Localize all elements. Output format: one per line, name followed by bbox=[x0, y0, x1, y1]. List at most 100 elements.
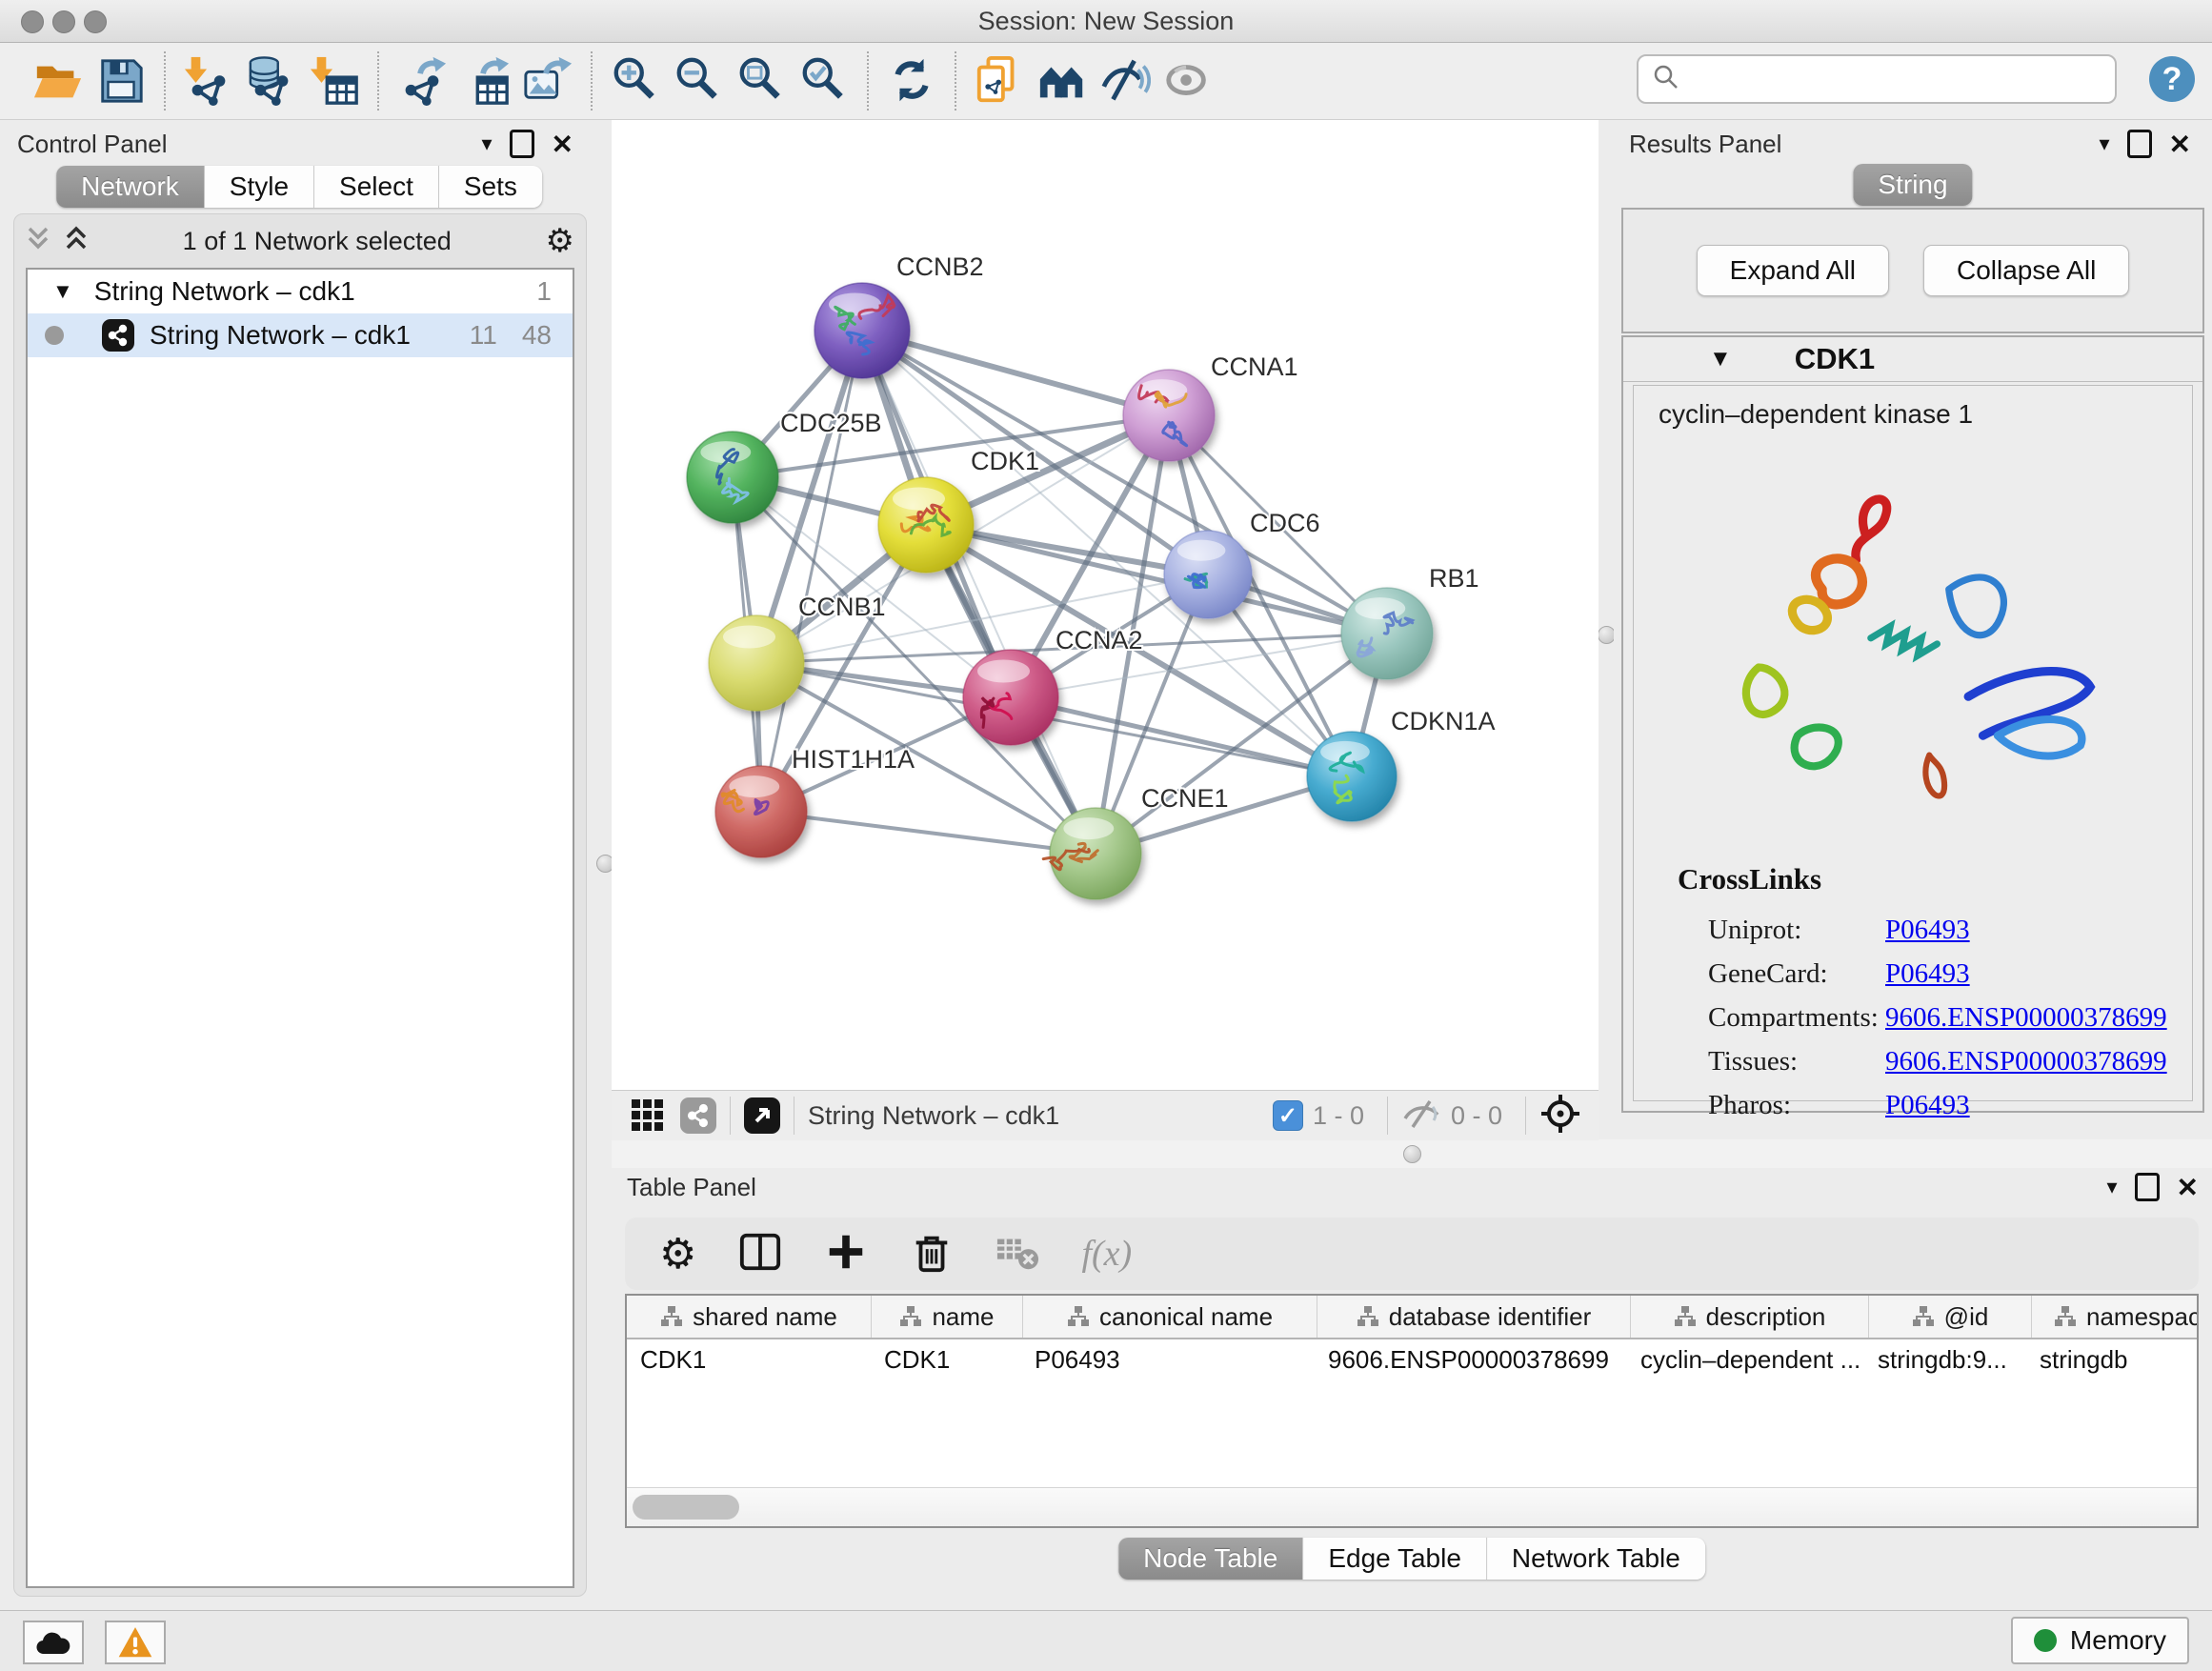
column-header-description[interactable]: description bbox=[1631, 1296, 1869, 1338]
cell-description[interactable]: cyclin–dependent ... bbox=[1627, 1345, 1864, 1375]
crosslink-link[interactable]: 9606.ENSP00000378699 bbox=[1885, 1002, 2167, 1034]
network-canvas[interactable]: CCNB2CCNA1CDC25BCDK1CDC6RB1CCNB1CCNA2CDK… bbox=[612, 120, 1599, 1090]
network-node-RB1[interactable] bbox=[1341, 588, 1433, 679]
column-header-shared-name[interactable]: shared name bbox=[627, 1296, 872, 1338]
results-panel-float-icon[interactable] bbox=[2127, 130, 2152, 158]
scrollbar-thumb[interactable] bbox=[633, 1495, 739, 1520]
network-edge[interactable] bbox=[1011, 697, 1352, 776]
collapse-all-button[interactable]: Collapse All bbox=[1923, 245, 2129, 296]
network-collection-row[interactable]: ▼ String Network – cdk1 1 bbox=[28, 270, 573, 313]
export-network-button[interactable] bbox=[391, 50, 453, 112]
open-session-button[interactable] bbox=[27, 50, 90, 112]
first-neighbors-button[interactable] bbox=[1031, 50, 1094, 112]
crosslink-link[interactable]: P06493 bbox=[1885, 1090, 1970, 1121]
collapse-all-networks-icon[interactable] bbox=[26, 225, 50, 258]
gene-expander-icon[interactable]: ▼ bbox=[1709, 346, 1732, 372]
warnings-button[interactable] bbox=[105, 1621, 166, 1664]
apply-preferred-layout-button[interactable] bbox=[880, 50, 943, 112]
tab-style[interactable]: Style bbox=[205, 166, 314, 208]
new-network-from-selection-button[interactable] bbox=[968, 50, 1031, 112]
network-edge[interactable] bbox=[761, 812, 1096, 854]
memory-button[interactable]: Memory bbox=[2011, 1617, 2189, 1664]
help-button[interactable]: ? bbox=[2149, 56, 2195, 102]
expand-all-networks-icon[interactable] bbox=[64, 225, 89, 258]
results-panel-close-icon[interactable]: ✕ bbox=[2169, 129, 2191, 160]
tab-node-table[interactable]: Node Table bbox=[1118, 1538, 1303, 1580]
hidden-eye-icon[interactable] bbox=[1401, 1097, 1441, 1135]
table-row[interactable]: CDK1CDK1P064939606.ENSP00000378699cyclin… bbox=[627, 1339, 2197, 1379]
tab-string[interactable]: String bbox=[1853, 164, 1972, 206]
import-network-database-button[interactable] bbox=[240, 50, 303, 112]
network-node-CCNB2[interactable] bbox=[814, 283, 910, 378]
delete-column-trash-icon[interactable] bbox=[910, 1230, 954, 1278]
cell-@id[interactable]: stringdb:9... bbox=[1864, 1345, 2026, 1375]
table-panel-menu-icon[interactable]: ▾ bbox=[2106, 1175, 2117, 1199]
table-settings-gear-icon[interactable]: ⚙ bbox=[659, 1230, 696, 1278]
fit-selected-crosshair-icon[interactable] bbox=[1539, 1093, 1581, 1139]
network-edge[interactable] bbox=[926, 525, 1387, 634]
expand-all-button[interactable]: Expand All bbox=[1697, 245, 1889, 296]
show-all-button[interactable] bbox=[1156, 50, 1219, 112]
tab-network[interactable]: Network bbox=[56, 166, 205, 208]
network-node-CDC6[interactable] bbox=[1164, 531, 1252, 618]
zoom-selected-button[interactable] bbox=[793, 50, 855, 112]
table-panel-close-icon[interactable]: ✕ bbox=[2177, 1172, 2199, 1203]
selected-nodes-checkbox-icon[interactable]: ✓ bbox=[1273, 1100, 1303, 1131]
show-columns-icon[interactable] bbox=[738, 1230, 782, 1278]
network-node-HIST1H1A[interactable] bbox=[715, 766, 807, 857]
horizontal-splitter-handle[interactable] bbox=[1403, 1145, 1421, 1163]
table-horizontal-scrollbar[interactable] bbox=[627, 1487, 2197, 1526]
column-header-canonical-name[interactable]: canonical name bbox=[1023, 1296, 1317, 1338]
hide-selected-button[interactable] bbox=[1094, 50, 1156, 112]
function-builder-icon[interactable]: f(x) bbox=[1081, 1233, 1132, 1275]
cell-canonical-name[interactable]: P06493 bbox=[1021, 1345, 1315, 1375]
network-node-CDKN1A[interactable] bbox=[1307, 732, 1397, 821]
cell-name[interactable]: CDK1 bbox=[871, 1345, 1021, 1375]
column-header-@id[interactable]: @id bbox=[1869, 1296, 2032, 1338]
import-table-file-button[interactable] bbox=[303, 50, 366, 112]
export-table-button[interactable] bbox=[453, 50, 516, 112]
cell-namespac[interactable]: stringdb bbox=[2026, 1345, 2197, 1375]
control-panel-float-icon[interactable] bbox=[510, 130, 534, 158]
search-input[interactable] bbox=[1688, 64, 2115, 95]
gene-header-row[interactable]: ▼ CDK1 bbox=[1623, 337, 2202, 382]
network-options-gear-icon[interactable]: ⚙ bbox=[546, 222, 574, 260]
collection-expander-icon[interactable]: ▼ bbox=[52, 279, 73, 304]
crosslink-link[interactable]: 9606.ENSP00000378699 bbox=[1885, 1046, 2167, 1077]
zoom-out-button[interactable] bbox=[667, 50, 730, 112]
zoom-fit-content-button[interactable] bbox=[730, 50, 793, 112]
network-node-CCNB1[interactable] bbox=[709, 615, 804, 711]
network-node-CCNE1[interactable] bbox=[1043, 808, 1141, 899]
delete-table-icon[interactable] bbox=[995, 1230, 1039, 1278]
create-column-plus-icon[interactable] bbox=[824, 1230, 868, 1278]
tab-edge-table[interactable]: Edge Table bbox=[1303, 1538, 1487, 1580]
network-node-CCNA2[interactable] bbox=[963, 650, 1058, 745]
network-edge[interactable] bbox=[862, 331, 1096, 854]
network-edge[interactable] bbox=[761, 331, 862, 812]
network-node-CCNA1[interactable] bbox=[1123, 370, 1215, 461]
cloud-button[interactable] bbox=[23, 1621, 84, 1664]
crosslink-link[interactable]: P06493 bbox=[1885, 958, 1970, 990]
control-panel-menu-icon[interactable]: ▾ bbox=[481, 131, 492, 156]
save-session-button[interactable] bbox=[90, 50, 152, 112]
control-panel-close-icon[interactable]: ✕ bbox=[552, 129, 573, 160]
network-node-CDK1[interactable] bbox=[878, 477, 974, 573]
tab-sets[interactable]: Sets bbox=[439, 166, 542, 208]
birdseye-view-icon[interactable] bbox=[744, 1097, 780, 1134]
cell-database-identifier[interactable]: 9606.ENSP00000378699 bbox=[1315, 1345, 1627, 1375]
import-network-file-button[interactable] bbox=[177, 50, 240, 112]
grid-view-icon[interactable] bbox=[629, 1095, 667, 1137]
network-row[interactable]: String Network – cdk1 11 48 bbox=[28, 313, 573, 357]
column-header-name[interactable]: name bbox=[872, 1296, 1023, 1338]
string-view-icon[interactable] bbox=[680, 1097, 716, 1134]
zoom-in-button[interactable] bbox=[604, 50, 667, 112]
table-panel-float-icon[interactable] bbox=[2135, 1173, 2160, 1201]
cell-shared-name[interactable]: CDK1 bbox=[627, 1345, 871, 1375]
tab-select[interactable]: Select bbox=[314, 166, 439, 208]
tab-network-table[interactable]: Network Table bbox=[1487, 1538, 1705, 1580]
results-panel-menu-icon[interactable]: ▾ bbox=[2099, 131, 2109, 156]
crosslink-link[interactable]: P06493 bbox=[1885, 915, 1970, 946]
network-node-CDC25B[interactable] bbox=[687, 432, 778, 523]
search-box[interactable] bbox=[1637, 54, 2117, 104]
column-header-database-identifier[interactable]: database identifier bbox=[1317, 1296, 1631, 1338]
